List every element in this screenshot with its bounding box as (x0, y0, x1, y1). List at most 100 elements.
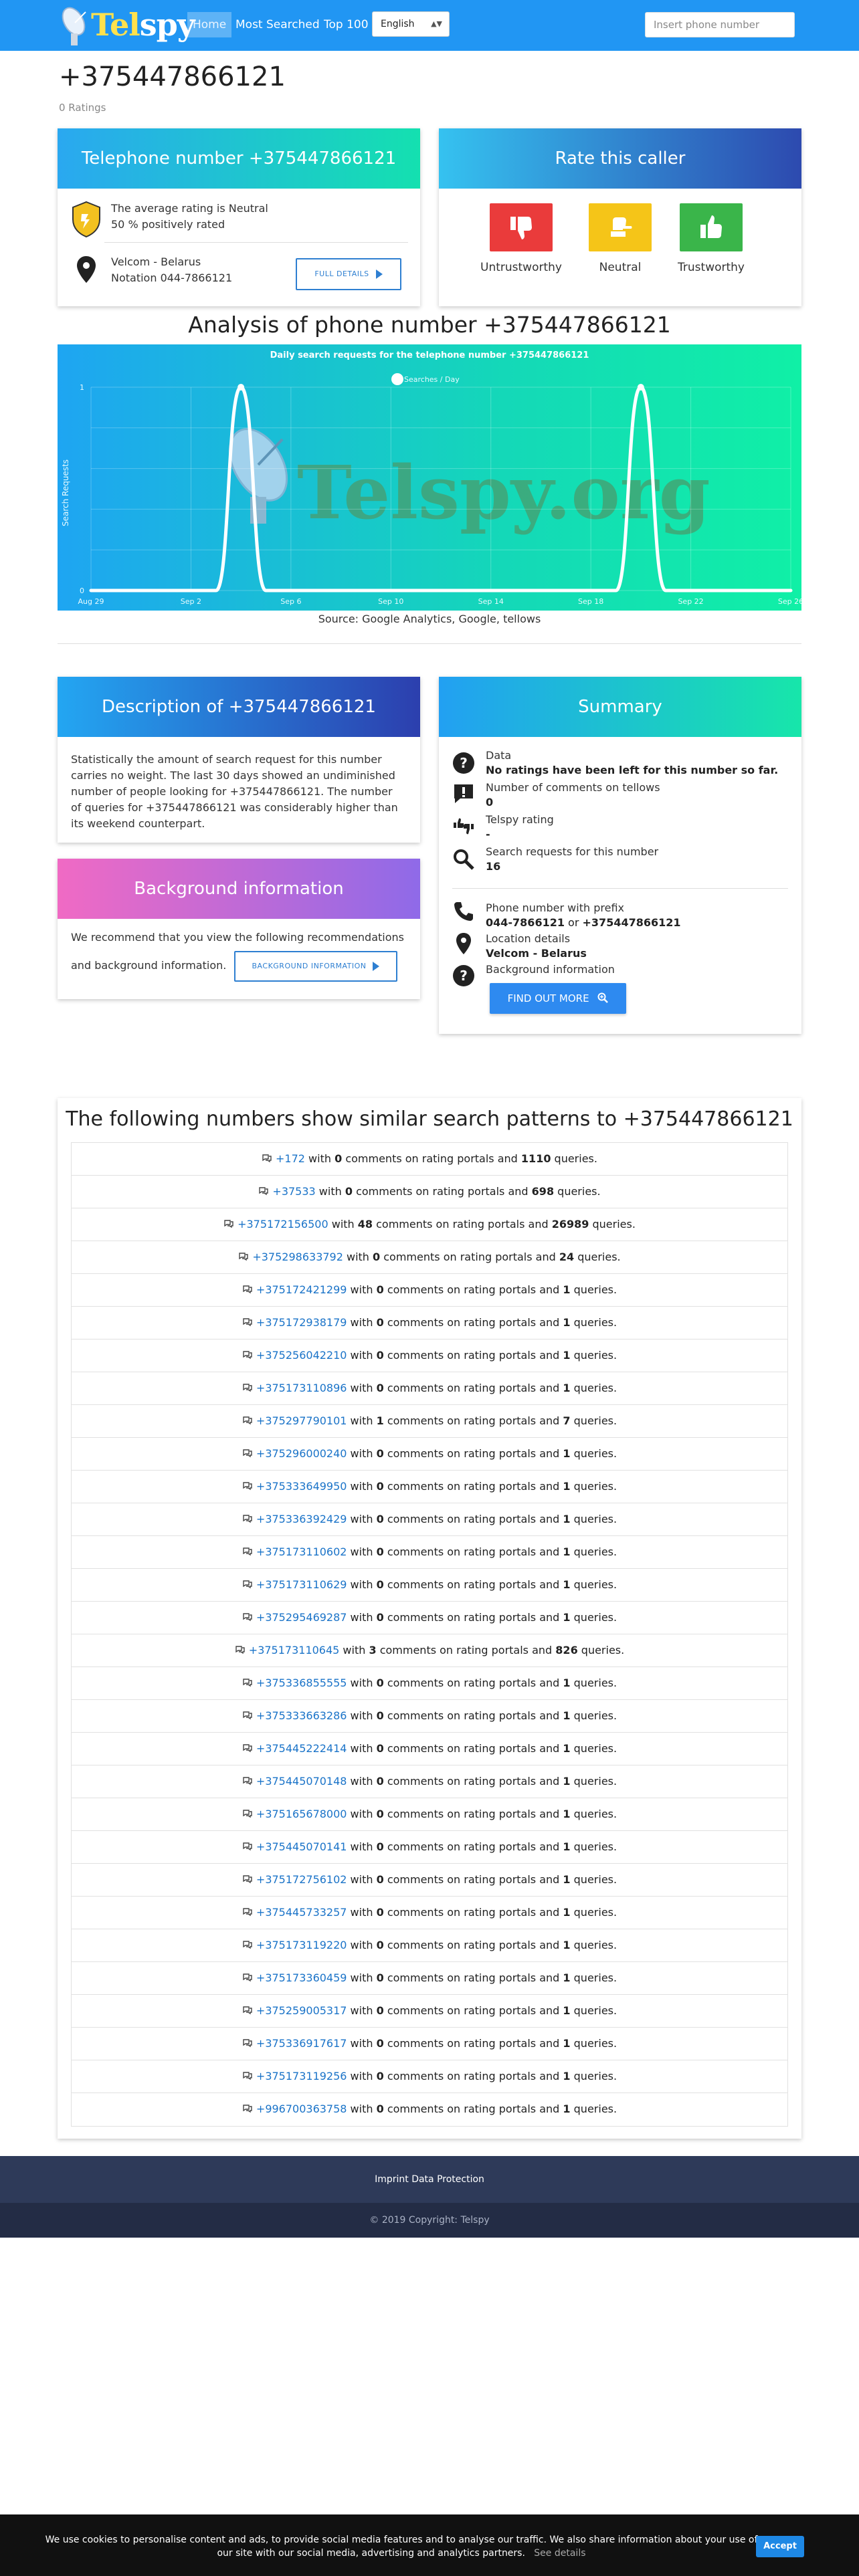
thumbs-up-icon (700, 215, 722, 238)
similar-number-link[interactable]: +375173360459 (256, 1971, 347, 1984)
queries-text: queries. (570, 2103, 617, 2115)
logo[interactable]: Telspy (59, 3, 195, 47)
similar-number-link[interactable]: +375298633792 (252, 1251, 343, 1263)
similar-number-link[interactable]: +375445733257 (256, 1906, 347, 1919)
similar-number-link[interactable]: +375173110629 (256, 1578, 347, 1591)
comments-text: comments on rating portals and (383, 1808, 563, 1820)
with-text: with (347, 1414, 377, 1427)
similar-number-link[interactable]: +375172938179 (256, 1316, 347, 1329)
similar-number-link[interactable]: +37533 (272, 1185, 315, 1198)
with-text: with (328, 1218, 358, 1230)
similar-number-link[interactable]: +375173119220 (256, 1939, 347, 1951)
rate-card-title: Rate this caller (439, 128, 801, 189)
comment-count: 0 (376, 1480, 384, 1493)
with-text: with (347, 2004, 377, 2017)
comment-count: 0 (376, 1808, 384, 1820)
queries-text: queries. (577, 1644, 625, 1656)
similar-number-link[interactable]: +375296000240 (256, 1447, 347, 1460)
cookie-banner: We use cookies to personalise content an… (0, 2514, 859, 2576)
similar-number-link[interactable]: +375445070148 (256, 1775, 347, 1788)
similar-number-link[interactable]: +375445070141 (256, 1840, 347, 1853)
similar-number-row: +375336855555 with 0 comments on rating … (72, 1667, 787, 1700)
queries-text: queries. (570, 1808, 617, 1820)
legend-marker[interactable] (391, 373, 403, 385)
similar-number-row: +375173110602 with 0 comments on rating … (72, 1536, 787, 1569)
similar-number-row: +375173119256 with 0 comments on rating … (72, 2060, 787, 2093)
query-count: 1 (563, 2004, 571, 2017)
nav-most-searched[interactable]: Most Searched (230, 12, 325, 37)
similar-number-row: +375173360459 with 0 comments on rating … (72, 1962, 787, 1995)
background-card: Background information We recommend that… (58, 859, 420, 999)
queries-text: queries. (551, 1152, 597, 1165)
chart-source: Source: Google Analytics, Google, tellow… (318, 613, 541, 625)
comments-icon (243, 1810, 252, 1818)
with-text: with (347, 1677, 377, 1689)
similar-number-link[interactable]: +375445222414 (256, 1742, 347, 1755)
queries-text: queries. (570, 1480, 617, 1493)
similar-number-link[interactable]: +375173110602 (256, 1545, 347, 1558)
query-count: 24 (559, 1251, 575, 1263)
comment-count: 0 (345, 1185, 353, 1198)
similar-number-link[interactable]: +375336855555 (256, 1677, 347, 1689)
similar-number-link[interactable]: +375173110896 (256, 1382, 347, 1394)
comment-count: 0 (376, 2070, 384, 2082)
comment-count: 0 (376, 1316, 384, 1329)
comments-text: comments on rating portals and (383, 1873, 563, 1886)
similar-number-link[interactable]: +375295469287 (256, 1611, 347, 1624)
untrustworthy-button[interactable] (490, 203, 553, 251)
similar-number-link[interactable]: +375297790101 (256, 1414, 347, 1427)
with-text: with (347, 1578, 377, 1591)
comment-count: 0 (373, 1251, 381, 1263)
comments-icon (243, 1580, 252, 1589)
similar-number-link[interactable]: +375333663286 (256, 1709, 347, 1722)
comments-text: comments on rating portals and (383, 2037, 563, 2050)
with-text: with (347, 1316, 377, 1329)
similar-number-link[interactable]: +375336392429 (256, 1513, 347, 1525)
with-text: with (347, 1742, 377, 1755)
full-details-button[interactable]: FULL DETAILS (296, 258, 401, 290)
similar-number-link[interactable]: +375172756102 (256, 1873, 347, 1886)
similar-number-link[interactable]: +375259005317 (256, 2004, 347, 2017)
similar-number-link[interactable]: +375173110645 (249, 1644, 340, 1656)
summary-data-label: Data (486, 749, 512, 762)
language-select[interactable]: English ▲▼ (372, 11, 450, 37)
watermark-text: Telspy.org (297, 449, 710, 536)
nav-top-100[interactable]: Top 100 (318, 12, 374, 37)
comments-text: comments on rating portals and (352, 1185, 532, 1198)
similar-number-link[interactable]: +375172421299 (256, 1283, 347, 1296)
nav-home[interactable]: Home (187, 12, 232, 37)
similar-number-row: +375172938179 with 0 comments on rating … (72, 1307, 787, 1339)
with-text: with (347, 1808, 377, 1820)
cookie-see-details-link[interactable]: See details (534, 2548, 585, 2559)
x-tick-label: Sep 6 (280, 597, 301, 606)
queries-text: queries. (570, 1742, 617, 1755)
thumbs-sideways-icon (611, 217, 632, 237)
similar-number-link[interactable]: +996700363758 (256, 2103, 347, 2115)
cookie-accept-button[interactable]: Accept (756, 2536, 804, 2557)
summary-prefix-value: 044-7866121 or +375447866121 (486, 916, 681, 929)
query-count: 1 (563, 1513, 571, 1525)
summary-card-title: Summary (439, 677, 801, 737)
similar-number-link[interactable]: +375165678000 (256, 1808, 347, 1820)
similar-number-link[interactable]: +375256042210 (256, 1349, 347, 1362)
similar-number-link[interactable]: +375333649950 (256, 1480, 347, 1493)
similar-number-link[interactable]: +375173119256 (256, 2070, 347, 2082)
comments-icon (243, 1449, 252, 1458)
similar-number-link[interactable]: +375172156500 (237, 1218, 328, 1230)
imprint-data-protection-link[interactable]: Imprint Data Protection (375, 2174, 484, 2185)
background-information-button[interactable]: BACKGROUND INFORMATION (234, 951, 397, 982)
similar-number-row: +172 with 0 comments on rating portals a… (72, 1143, 787, 1176)
similar-number-link[interactable]: +375336917617 (256, 2037, 347, 2050)
queries-text: queries. (570, 2037, 617, 2050)
comments-text: comments on rating portals and (383, 1709, 563, 1722)
queries-text: queries. (554, 1185, 601, 1198)
footer-links: Imprint Data Protection (0, 2156, 859, 2203)
neutral-button[interactable] (589, 203, 652, 251)
comments-text: comments on rating portals and (383, 1840, 563, 1853)
comments-text: comments on rating portals and (383, 1480, 563, 1493)
similar-number-row: +375259005317 with 0 comments on rating … (72, 1995, 787, 2028)
trustworthy-button[interactable] (680, 203, 743, 251)
find-out-more-button[interactable]: FIND OUT MORE (490, 983, 626, 1014)
similar-number-link[interactable]: +172 (276, 1152, 305, 1165)
phone-search-input[interactable]: Insert phone number (645, 12, 795, 37)
